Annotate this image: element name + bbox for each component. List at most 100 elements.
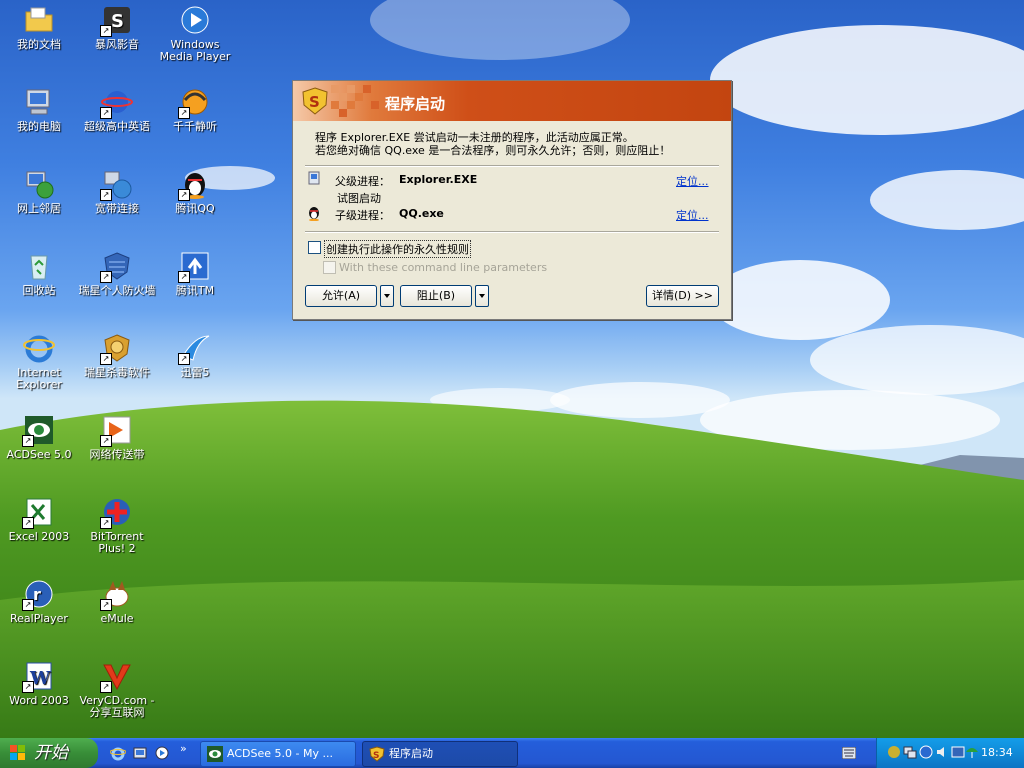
desktop-icon-thunder[interactable]: ↗ 迅雷5 — [156, 332, 234, 379]
start-button[interactable]: 开始 — [0, 738, 98, 768]
acdsee-icon — [207, 746, 223, 762]
icon-label: 网络传送带 — [89, 448, 145, 461]
svg-text:S: S — [111, 11, 124, 32]
permanent-rule-checkbox[interactable] — [308, 241, 321, 254]
english-software-icon: ↗ — [100, 86, 133, 119]
realplayer-icon: r ↗ — [22, 578, 55, 611]
shield-logo-icon: S — [369, 746, 385, 762]
allow-dropdown-arrow[interactable] — [380, 285, 394, 307]
icon-label: Excel 2003 — [8, 530, 70, 543]
desktop-icon-firewall[interactable]: ↗ 瑞星个人防火墙 — [78, 250, 156, 297]
svg-text:r: r — [33, 585, 41, 604]
start-label: 开始 — [34, 743, 68, 763]
desktop-icon-excel[interactable]: ↗ Excel 2003 — [0, 496, 78, 543]
network-places-icon — [23, 168, 55, 200]
dialog-title: 程序启动 — [385, 95, 446, 113]
excel-icon: ↗ — [22, 496, 55, 529]
desktop-icon-emule[interactable]: ↗ eMule — [78, 578, 156, 625]
quicklaunch-ie-icon[interactable] — [110, 745, 126, 761]
quicklaunch-media-icon[interactable] — [154, 745, 170, 761]
allow-button[interactable]: 允许(A) — [305, 285, 377, 307]
separator — [305, 165, 719, 167]
desktop-icon-english[interactable]: ↗ 超级高中英语 — [78, 86, 156, 133]
desktop-icon-realplayer[interactable]: r ↗ RealPlayer — [0, 578, 78, 625]
dialog-title-bar[interactable]: S 程序启动 — [293, 81, 731, 121]
details-button[interactable]: 详情(D) >> — [646, 285, 719, 307]
tray-shield-icon[interactable] — [887, 745, 901, 759]
title-pattern — [331, 85, 379, 117]
emule-icon: ↗ — [100, 578, 133, 611]
taskbar-item-program-start[interactable]: S 程序启动 — [362, 741, 518, 767]
recycle-bin-icon — [23, 250, 55, 282]
qq-penguin-icon — [306, 205, 322, 222]
windows-flag-icon — [10, 745, 25, 760]
desktop-icon-acdsee[interactable]: ↗ ACDSee 5.0 — [0, 414, 78, 461]
rising-antivirus-icon: ↗ — [100, 332, 133, 365]
dialog-message: 程序 Explorer.EXE 尝试启动一未注册的程序，此活动应属正常。 若您绝… — [315, 131, 670, 157]
tray-firewall-icon[interactable] — [951, 745, 965, 759]
desktop-icon-media-player[interactable]: Windows Media Player — [156, 4, 234, 63]
icon-label: eMule — [100, 612, 134, 625]
parent-process-label: 父级进程： — [335, 175, 390, 188]
storm-player-icon: S ↗ — [100, 4, 133, 37]
cmdline-checkbox[interactable] — [323, 261, 336, 274]
icon-label: 瑞星杀毒软件 — [84, 366, 150, 379]
icon-label: 迅雷5 — [180, 366, 210, 379]
desktop-icon-word[interactable]: W ↗ Word 2003 — [0, 660, 78, 707]
icon-label: ACDSee 5.0 — [6, 448, 72, 461]
qq-penguin-icon: ↗ — [178, 168, 211, 201]
desktop-icon-network-places[interactable]: 网上邻居 — [0, 168, 78, 215]
desktop-icon-net-transport[interactable]: ↗ 网络传送带 — [78, 414, 156, 461]
icon-label: 腾讯TM — [175, 284, 215, 297]
quicklaunch-overflow-icon[interactable]: » — [180, 742, 187, 755]
acdsee-icon: ↗ — [22, 414, 55, 447]
icon-label: 超级高中英语 — [84, 120, 150, 133]
tencent-tm-icon: ↗ — [178, 250, 211, 283]
child-process-label: 子级进程： — [335, 209, 390, 222]
firewall-icon: ↗ — [100, 250, 133, 283]
locate-child-link[interactable]: 定位... — [676, 207, 709, 223]
ttplayer-icon: ↗ — [178, 86, 211, 119]
desktop-icon-ttplayer[interactable]: ↗ 千千静听 — [156, 86, 234, 133]
icon-label: 暴风影音 — [95, 38, 139, 51]
message-line-1: 程序 Explorer.EXE 尝试启动一未注册的程序，此活动应属正常。 — [315, 131, 634, 144]
tray-network-icon[interactable] — [903, 745, 917, 759]
desktop-icon-broadband[interactable]: ↗ 宽带连接 — [78, 168, 156, 215]
block-dropdown-arrow[interactable] — [475, 285, 489, 307]
locate-parent-link[interactable]: 定位... — [676, 173, 709, 189]
desktop-icon-rising-antivirus[interactable]: ↗ 瑞星杀毒软件 — [78, 332, 156, 379]
message-line-2: 若您绝对确信 QQ.exe 是一合法程序，则可永久允许；否则，则应阻止！ — [315, 144, 671, 157]
permanent-rule-label[interactable]: 创建执行此操作的永久性规则 — [324, 240, 471, 258]
desktop-icon-my-computer[interactable]: 我的电脑 — [0, 86, 78, 133]
quicklaunch-show-desktop-icon[interactable] — [132, 745, 148, 761]
parent-process-value: Explorer.EXE — [399, 173, 478, 186]
desktop-icon-storm-player[interactable]: S ↗ 暴风影音 — [78, 4, 156, 51]
tray-antivirus-icon[interactable] — [919, 745, 933, 759]
desktop-icon-bittorrent[interactable]: ↗ BitTorrent Plus! 2 — [78, 496, 156, 555]
taskbar-item-acdsee[interactable]: ACDSee 5.0 - My ... — [200, 741, 356, 767]
attempt-label: 试图启动 — [337, 192, 381, 205]
program-start-dialog: S 程序启动 程序 Explorer.EXE 尝试启动一未注册的程序，此活动应属… — [292, 80, 732, 320]
tray-umbrella-icon[interactable] — [965, 745, 979, 759]
icon-label: BitTorrent Plus! 2 — [90, 530, 144, 555]
icon-label: 我的电脑 — [17, 120, 61, 133]
clock[interactable]: 18:34 — [981, 738, 1013, 768]
icon-label: Word 2003 — [9, 694, 69, 707]
broadband-icon: ↗ — [100, 168, 133, 201]
tray-volume-icon[interactable] — [935, 745, 949, 759]
bittorrent-icon: ↗ — [100, 496, 133, 529]
desktop-icon-recycle-bin[interactable]: 回收站 — [0, 250, 78, 297]
icon-label: 回收站 — [22, 284, 56, 297]
desktop-icon-internet-explorer[interactable]: Internet Explorer — [0, 332, 78, 391]
desktop-icon-verycd[interactable]: ↗ VeryCD.com - 分享互联网 — [78, 660, 156, 719]
block-button[interactable]: 阻止(B) — [400, 285, 472, 307]
media-player-icon — [179, 4, 211, 36]
child-process-row: 子级进程： QQ.exe — [335, 207, 635, 222]
ie-icon — [23, 332, 55, 364]
keyboard-language-icon[interactable] — [842, 747, 856, 759]
desktop-icon-qq[interactable]: ↗ 腾讯QQ — [156, 168, 234, 215]
verycd-icon: ↗ — [100, 660, 133, 693]
desktop-icon-tencent-tm[interactable]: ↗ 腾讯TM — [156, 250, 234, 297]
icon-label: 网上邻居 — [17, 202, 61, 215]
desktop-icon-my-documents[interactable]: 我的文档 — [0, 4, 78, 51]
